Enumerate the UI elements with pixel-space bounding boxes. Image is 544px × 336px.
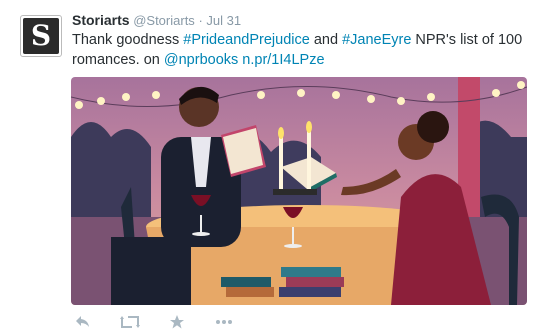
favorite-button[interactable] <box>166 313 188 331</box>
reply-button[interactable] <box>72 313 94 331</box>
more-icon <box>216 320 232 324</box>
tweet-media-image[interactable] <box>71 77 527 305</box>
hashtag-link[interactable]: #JaneEyre <box>342 32 411 48</box>
separator-dot: · <box>198 13 203 28</box>
author-handle[interactable]: @Storiarts <box>133 13 195 28</box>
avatar[interactable]: S <box>20 15 62 57</box>
hashtag-link[interactable]: #PrideandPrejudice <box>183 32 310 48</box>
illustration <box>71 77 527 305</box>
author-name[interactable]: Storiarts <box>72 12 130 28</box>
retweet-button[interactable] <box>119 313 141 331</box>
text-part: Thank goodness <box>72 32 184 48</box>
mention-link[interactable]: @nprbooks <box>164 52 238 68</box>
reply-icon <box>76 316 89 327</box>
tweet-text: Thank goodness #PrideandPrejudice and #J… <box>72 30 532 70</box>
avatar-logo: S <box>23 18 59 54</box>
star-icon <box>170 315 184 329</box>
url-link[interactable]: n.pr/1I4LPze <box>242 52 324 68</box>
tweet: S Storiarts @Storiarts · Jul 31 Thank go… <box>0 0 544 336</box>
retweet-icon <box>120 316 140 328</box>
text-part: and <box>309 32 343 48</box>
tweet-timestamp[interactable]: Jul 31 <box>206 13 241 28</box>
avatar-glyph: S <box>30 19 52 52</box>
tweet-header: Storiarts @Storiarts · Jul 31 <box>72 12 241 28</box>
more-button[interactable] <box>213 313 235 331</box>
tweet-actions <box>72 312 260 332</box>
